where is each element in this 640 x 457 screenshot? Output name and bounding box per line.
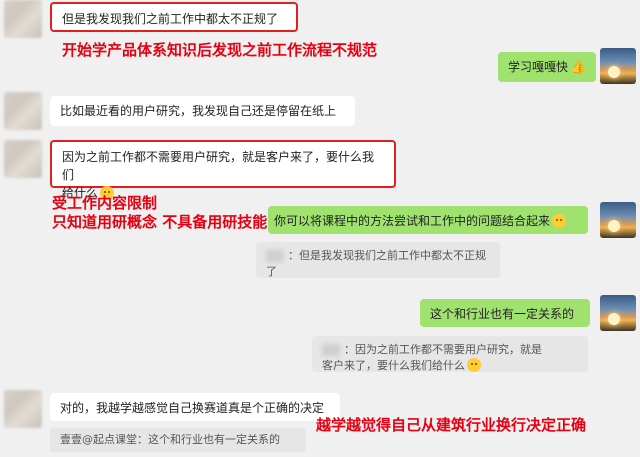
sun-icon — [608, 220, 620, 232]
annotation-text: 开始学产品体系知识后发现之前工作流程不规范 — [62, 41, 378, 59]
quoted-message[interactable]: ：但是我发现我们之前工作中都太不正规 了 — [256, 242, 500, 278]
sun-icon — [608, 66, 620, 78]
message-text: 对的，我越学越感觉自己换赛道真是个正确的决定 — [60, 401, 325, 415]
message-text: 你可以将课程中的方法尝试和工作中的问题结合起来 — [274, 214, 551, 228]
annotation-text: 越学越觉得自己从建筑行业换行决定正确 — [316, 416, 587, 434]
contact-avatar[interactable] — [4, 390, 42, 428]
contact-avatar[interactable] — [4, 92, 42, 130]
annotation-text: 受工作内容限制 — [52, 194, 158, 212]
quoted-message[interactable]: 壹壹@起点课堂：这个和行业也有一定关系的 — [50, 428, 306, 452]
message-text: 学习嘎嘎快 — [508, 60, 569, 74]
quote-text: 壹壹@起点课堂：这个和行业也有一定关系的 — [60, 433, 280, 446]
contact-avatar[interactable] — [4, 140, 42, 178]
sun-icon — [608, 313, 620, 325]
self-message-bubble[interactable]: 学习嘎嘎快 👍 — [498, 52, 597, 82]
message-bubble[interactable]: 比如最近看的用户研究，我发现自己还是停留在纸上 — [50, 96, 355, 126]
quote-text-line: 客户来了，要什么我们给什么 — [322, 359, 465, 372]
quoted-sender-name — [322, 344, 340, 356]
self-avatar[interactable] — [600, 202, 636, 238]
self-avatar[interactable] — [600, 295, 636, 331]
quoted-message[interactable]: ：因为之前工作都不需要用户研究，就是 客户来了，要什么我们给什么 — [312, 336, 588, 372]
message-text-line: 因为之前工作都不需要用户研究，就是客户来了，要什么我们 — [62, 150, 375, 182]
message-bubble[interactable]: 因为之前工作都不需要用户研究，就是客户来了，要什么我们 给什么 — [50, 140, 396, 200]
message-text: 这个和行业也有一定关系的 — [430, 307, 575, 321]
smiling-face-icon — [467, 358, 481, 372]
quoted-sender-name — [266, 250, 284, 262]
quote-text-line: 了 — [266, 265, 277, 278]
thumbs-up-icon: 👍 — [570, 60, 587, 75]
message-text: 比如最近看的用户研究，我发现自己还是停留在纸上 — [60, 104, 337, 118]
self-message-bubble[interactable]: 你可以将课程中的方法尝试和工作中的问题结合起来 — [268, 206, 588, 234]
message-text: 但是我发现我们之前工作中都太不正规了 — [62, 12, 279, 26]
smiling-face-icon — [552, 214, 567, 228]
quote-text-line: ：因为之前工作都不需要用户研究，就是 — [344, 343, 542, 356]
self-message-bubble[interactable]: 这个和行业也有一定关系的 — [420, 299, 590, 327]
quote-text-line: ：但是我发现我们之前工作中都太不正规 — [288, 249, 486, 262]
message-bubble[interactable]: 但是我发现我们之前工作中都太不正规了 — [50, 2, 298, 32]
message-bubble[interactable]: 对的，我越学越感觉自己换赛道真是个正确的决定 — [50, 393, 340, 421]
contact-avatar[interactable] — [4, 0, 42, 38]
annotation-text: 只知道用研概念 不具备用研技能 — [52, 213, 268, 231]
self-avatar[interactable] — [600, 48, 636, 84]
